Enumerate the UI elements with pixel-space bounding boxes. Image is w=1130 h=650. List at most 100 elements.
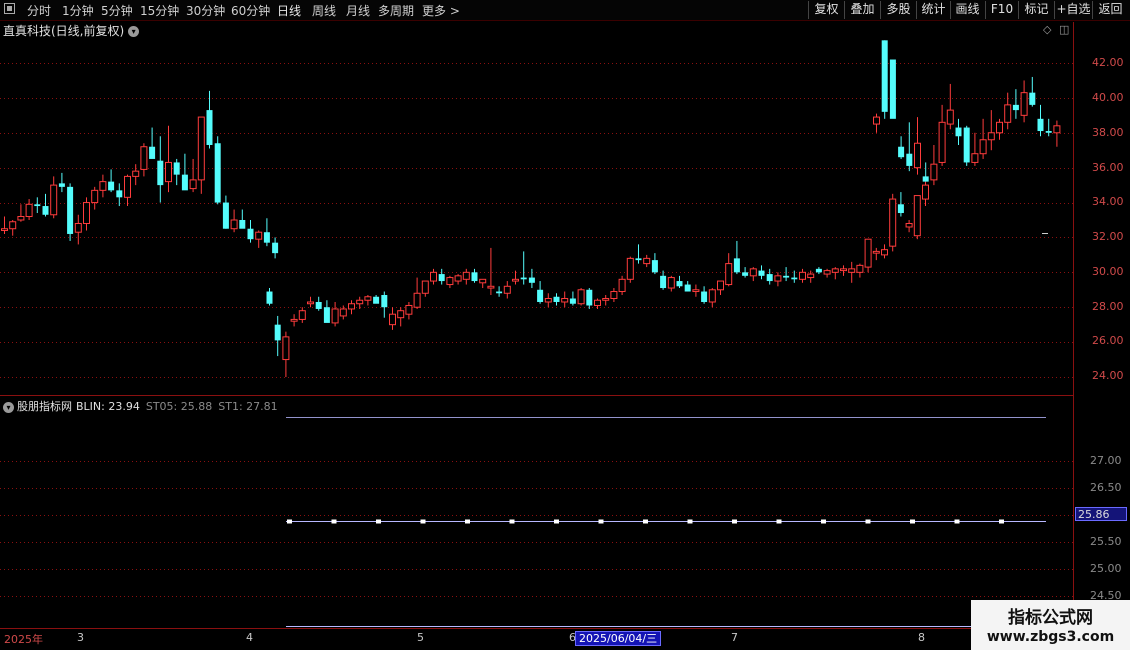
candle-body-up xyxy=(667,277,675,289)
candle-body-down xyxy=(1029,92,1036,105)
candle-body-up xyxy=(626,257,634,280)
current-value-box: 25.86 xyxy=(1075,507,1127,521)
st05-marker xyxy=(331,519,337,524)
cursor-date-box: 2025/06/04/三 xyxy=(575,631,662,646)
chevron-down-icon[interactable]: ▾ xyxy=(128,26,140,37)
candle-body-down xyxy=(181,174,188,191)
candle-body-down xyxy=(214,143,221,203)
price-tick: 32.00 xyxy=(1092,230,1124,243)
st05-marker xyxy=(732,519,737,524)
candle-body-up xyxy=(83,202,90,224)
candle-body-up xyxy=(889,198,897,247)
price-tick: 30.00 xyxy=(1092,265,1124,278)
candle-body-up xyxy=(922,184,929,200)
candle-body-up xyxy=(389,313,396,326)
candle-body-up xyxy=(99,181,107,191)
candle-body-up xyxy=(74,222,82,233)
candle-body-up xyxy=(430,271,437,282)
candle-body-up xyxy=(914,142,921,169)
candle-body-up xyxy=(512,278,519,282)
candle-body-down xyxy=(889,59,896,119)
candle-body-up xyxy=(454,275,462,282)
kline-chart[interactable] xyxy=(0,0,1130,650)
candle-body-up xyxy=(479,278,487,284)
candle-body-up xyxy=(618,278,626,293)
candle-body-up xyxy=(749,268,757,277)
indicator-tick: 26.50 xyxy=(1090,481,1122,494)
grid-lines xyxy=(0,63,1073,597)
candle-body-up xyxy=(971,153,979,163)
candle-body-down xyxy=(660,275,667,289)
diamond-icon[interactable]: ◇ xyxy=(1043,23,1051,36)
candle-body-up xyxy=(331,308,339,324)
candle-body-down xyxy=(222,202,229,229)
candle-body-up xyxy=(692,289,700,293)
candle-body-down xyxy=(742,272,749,276)
candle-body-up xyxy=(1,228,8,231)
st05-marker xyxy=(954,519,960,524)
candle-body-up xyxy=(938,121,946,163)
candle-body-up xyxy=(873,116,880,125)
price-tick: 24.00 xyxy=(1092,369,1124,382)
candle-body-down xyxy=(173,162,180,175)
candle-body-up xyxy=(413,292,421,308)
candle-body-up xyxy=(17,216,25,221)
stock-title: 直真科技(日线,前复权) ▾ xyxy=(3,22,140,39)
st05-marker xyxy=(776,519,782,524)
candle-body-up xyxy=(561,298,569,303)
candle-body-down xyxy=(684,284,691,292)
candle-body-up xyxy=(282,336,290,361)
candle-body-up xyxy=(405,304,413,315)
candle-body-up xyxy=(290,318,298,322)
candle-body-down xyxy=(496,291,503,294)
candle-body-down xyxy=(766,274,773,282)
candle-body-up xyxy=(462,271,470,280)
candle-body-up xyxy=(774,275,782,282)
price-tick: 28.00 xyxy=(1092,300,1124,313)
candle-body-down xyxy=(569,298,576,304)
candle-body-up xyxy=(339,308,347,317)
candle-body-up xyxy=(987,132,995,141)
month-label: 4 xyxy=(246,631,253,644)
chevron-down-icon[interactable]: ▾ xyxy=(3,401,14,413)
month-label: 7 xyxy=(731,631,738,644)
candle-body-down xyxy=(42,206,49,215)
candle-body-down xyxy=(1037,118,1044,132)
candle-body-up xyxy=(913,195,921,237)
candle-body-up xyxy=(996,121,1003,134)
candle-body-up xyxy=(197,116,205,181)
indicator-lines xyxy=(286,417,1046,627)
indicator-title: ▾ 股朋指标网 BLIN: 23.94 ST05: 25.88 ST1: 27.81 xyxy=(3,398,278,414)
candle-body-down xyxy=(733,258,740,273)
candle-body-up xyxy=(544,298,552,303)
panel-toggle-icon[interactable]: ◫ xyxy=(1059,23,1069,36)
candle-body-up xyxy=(1053,125,1061,134)
candle-body-down xyxy=(528,277,535,283)
candle-body-down xyxy=(553,296,560,302)
candle-body-up xyxy=(364,296,372,301)
candle-body-down xyxy=(881,40,888,112)
st05-marker xyxy=(598,519,604,524)
st05-value: ST05: 25.88 xyxy=(145,400,213,413)
candle-body-down xyxy=(922,176,929,182)
price-tick: 40.00 xyxy=(1092,91,1124,104)
indicator-tick: 25.50 xyxy=(1090,535,1122,548)
candle-body-down xyxy=(247,228,254,240)
candle-body-down xyxy=(58,183,65,187)
st05-marker xyxy=(821,519,826,524)
candle-body-down xyxy=(315,301,322,309)
st05-marker xyxy=(999,519,1004,524)
candle-body-up xyxy=(979,139,987,155)
candle-body-up xyxy=(503,285,511,294)
price-tick: 36.00 xyxy=(1092,161,1124,174)
candle-body-down xyxy=(157,160,164,186)
candle-body-up xyxy=(577,289,585,305)
candle-body-up xyxy=(298,310,306,320)
candle-body-up xyxy=(807,273,815,279)
candle-body-down xyxy=(67,186,74,234)
candle-body-up xyxy=(230,219,238,230)
st05-marker xyxy=(910,519,915,524)
price-tick: 42.00 xyxy=(1092,56,1124,69)
candle-body-up xyxy=(132,170,140,177)
st05-marker xyxy=(287,519,292,524)
